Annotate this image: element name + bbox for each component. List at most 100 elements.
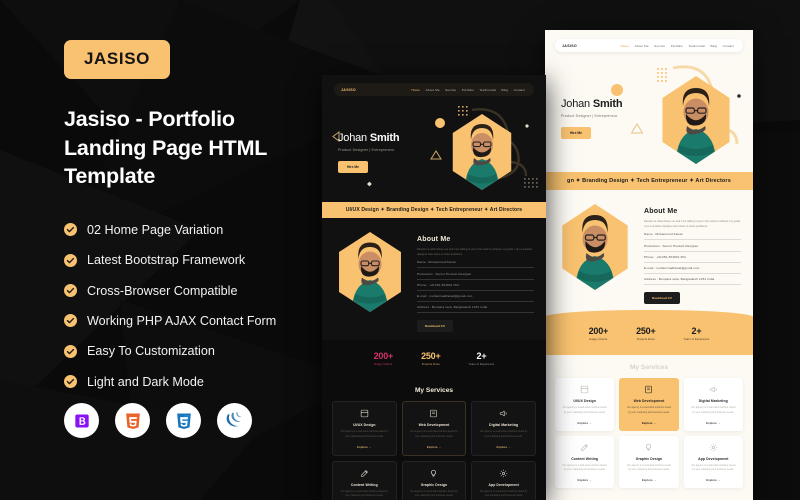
service-name: UI/UX Design (573, 399, 596, 404)
service-card[interactable]: Digital Marketing Our agency is a well-o… (471, 401, 536, 456)
feature-label: Cross-Browser Compatible (87, 283, 238, 298)
nav-link-blog[interactable]: Blog (711, 44, 718, 48)
service-card[interactable]: UI/UX Design Our agency is a well-oiled … (332, 401, 397, 456)
info-row-name: Name : Mohammed Faisal (417, 257, 534, 269)
stat-value: 250+ (636, 326, 656, 337)
service-card[interactable]: App Development Our agency is a well-oil… (683, 435, 743, 488)
service-card[interactable]: Graphic Design Our agency is a well-oile… (619, 435, 679, 488)
service-link[interactable]: Explore → (558, 478, 611, 482)
nav-link-portfolio[interactable]: Portfolio (462, 88, 474, 92)
feature-label: Light and Dark Mode (87, 374, 204, 389)
service-card[interactable]: UI/UX Design Our agency is a well-oiled … (555, 378, 615, 431)
stat-label: Years of Experience (683, 338, 710, 342)
services-title: My Services (629, 364, 669, 372)
stats-curve-top (545, 310, 753, 325)
service-link[interactable]: Explore → (622, 478, 675, 482)
mockup-dark-navbar[interactable]: JASISO Home About Me Service Portfolio T… (334, 83, 534, 96)
services-section-dark: My Services UI/UX Design Our agency is a… (322, 378, 546, 500)
dark-theme-mockup[interactable]: JASISO Home About Me Service Portfolio T… (322, 75, 546, 500)
brand-logo-badge: JASISO (64, 40, 170, 79)
stat-value: 250+ (421, 351, 441, 362)
service-link[interactable]: Explore → (475, 445, 532, 449)
service-card[interactable]: Content Writing Our agency is a well-oil… (555, 435, 615, 488)
service-card-highlighted[interactable]: Web Development Our agency is a well-oil… (619, 378, 679, 431)
hire-me-button[interactable]: Hire Me (338, 161, 368, 173)
marquee-strip-light: gn ✦ Branding Design ✦ Tech Entrepreneur… (545, 172, 753, 190)
nav-link-blog[interactable]: Blog (502, 88, 509, 92)
nav-link-testimonial[interactable]: Testimonial (479, 88, 496, 92)
about-heading: About Me (644, 208, 678, 215)
service-desc: Our agency is a well-oiled machine fuele… (626, 463, 672, 472)
hire-me-button[interactable]: Hire Me (561, 127, 591, 139)
info-row-profession: Profession : Senior Product Designer (417, 268, 534, 280)
promo-column: JASISO Jasiso - Portfolio Landing Page H… (0, 0, 330, 500)
stat-years-experience: 2+ Years of Experience (684, 326, 710, 341)
service-link[interactable]: Explore → (622, 421, 675, 425)
service-link[interactable]: Explore → (687, 478, 740, 482)
mockup-light-navbar[interactable]: JASISO Home About Me Service Portfolio T… (555, 39, 743, 52)
download-cv-button[interactable]: Download CV (417, 320, 453, 333)
light-theme-mockup[interactable]: JASISO Home About Me Service Portfolio T… (545, 30, 753, 500)
nav-link-service[interactable]: Service (445, 88, 456, 92)
list-item: Working PHP AJAX Contact Form (64, 314, 330, 328)
service-card[interactable]: Web Development Our agency is a well-oil… (401, 401, 467, 456)
feature-label: Latest Bootstrap Framework (87, 253, 246, 268)
nav-link-portfolio[interactable]: Portfolio (671, 44, 683, 48)
service-link[interactable]: Explore → (558, 421, 611, 425)
stat-label: Projects Done (636, 338, 655, 342)
nav-link-testimonial[interactable]: Testimonial (688, 44, 705, 48)
list-item: Light and Dark Mode (64, 375, 330, 389)
service-desc: Our agency is a well-oiled machine fuele… (340, 430, 389, 438)
feature-label: 02 Home Page Variation (87, 222, 224, 237)
check-circle-icon (64, 344, 77, 358)
service-desc: Our agency is a well-oiled machine fuele… (562, 463, 607, 472)
nav-link-about[interactable]: About Me (426, 88, 440, 92)
megaphone-icon (499, 410, 507, 417)
service-name: App Development (488, 482, 519, 487)
nav-link-contact[interactable]: Contact (514, 88, 525, 92)
service-card[interactable]: Graphic Design Our agency is a well-oile… (401, 460, 467, 500)
hero-name: Johan Smith (561, 98, 623, 110)
service-card[interactable]: Digital Marketing Our agency is a well-o… (683, 378, 743, 431)
service-desc: Our agency is a well-oiled machine fuele… (410, 430, 458, 438)
nav-link-about[interactable]: About Me (635, 44, 649, 48)
nav-link-home[interactable]: Home (620, 44, 629, 48)
about-portrait-light (562, 204, 628, 290)
service-link[interactable]: Explore → (406, 445, 463, 449)
nav-link-contact[interactable]: Contact (723, 44, 734, 48)
service-desc: Our agency is a well-oiled machine fuele… (410, 489, 458, 498)
pencil-icon (581, 443, 589, 451)
stats-row-dark: 200+ Happy Clients 250+ Projects Done 2+… (322, 340, 546, 379)
service-name: Digital Marketing (698, 399, 728, 404)
nav-link-service[interactable]: Service (654, 44, 665, 48)
services-title: My Services (414, 387, 454, 395)
service-link[interactable]: Explore → (687, 421, 740, 425)
stat-value: 2+ (476, 351, 487, 362)
service-desc: Our agency is a well-oiled machine fuele… (691, 463, 736, 472)
service-card[interactable]: Content Writing Our agency is a well-oil… (332, 460, 397, 500)
nav-items: Home About Me Service Portfolio Testimon… (411, 88, 525, 92)
service-desc: Our agency is a well-oiled machine fuele… (626, 406, 672, 414)
info-row-email: E-mail : muhammadfaisal@gmail.com (417, 291, 534, 302)
hero-subtitle: Product Designer | Entrepreneur (561, 114, 618, 118)
about-section-light: About Me Passion is what drives me and I… (545, 190, 753, 312)
gear-icon (499, 469, 508, 477)
services-grid-dark: UI/UX Design Our agency is a well-oiled … (322, 401, 546, 500)
check-circle-icon (64, 223, 77, 237)
stat-value: 2+ (691, 326, 702, 337)
nav-link-home[interactable]: Home (411, 88, 420, 92)
about-portrait-dark (339, 232, 401, 312)
feature-list: 02 Home Page Variation Latest Bootstrap … (64, 223, 330, 389)
hero-name: Johan Smith (338, 132, 400, 144)
service-card[interactable]: App Development Our agency is a well-oil… (471, 460, 536, 500)
layout-icon (580, 386, 589, 394)
service-link[interactable]: Explore → (336, 445, 393, 449)
list-item: Easy To Customization (64, 344, 330, 358)
service-desc: Our agency is a well-oiled machine fuele… (340, 489, 389, 498)
stat-years-experience: 2+ Years of Experience (469, 351, 495, 366)
mockup-light-hero: Johan Smith Product Designer | Entrepren… (545, 52, 753, 172)
list-item: Latest Bootstrap Framework (64, 253, 330, 267)
nav-logo: JASISO (562, 43, 577, 48)
download-cv-button[interactable]: Download CV (644, 292, 680, 305)
service-desc: Our agency is a well-oiled machine fuele… (691, 406, 736, 414)
